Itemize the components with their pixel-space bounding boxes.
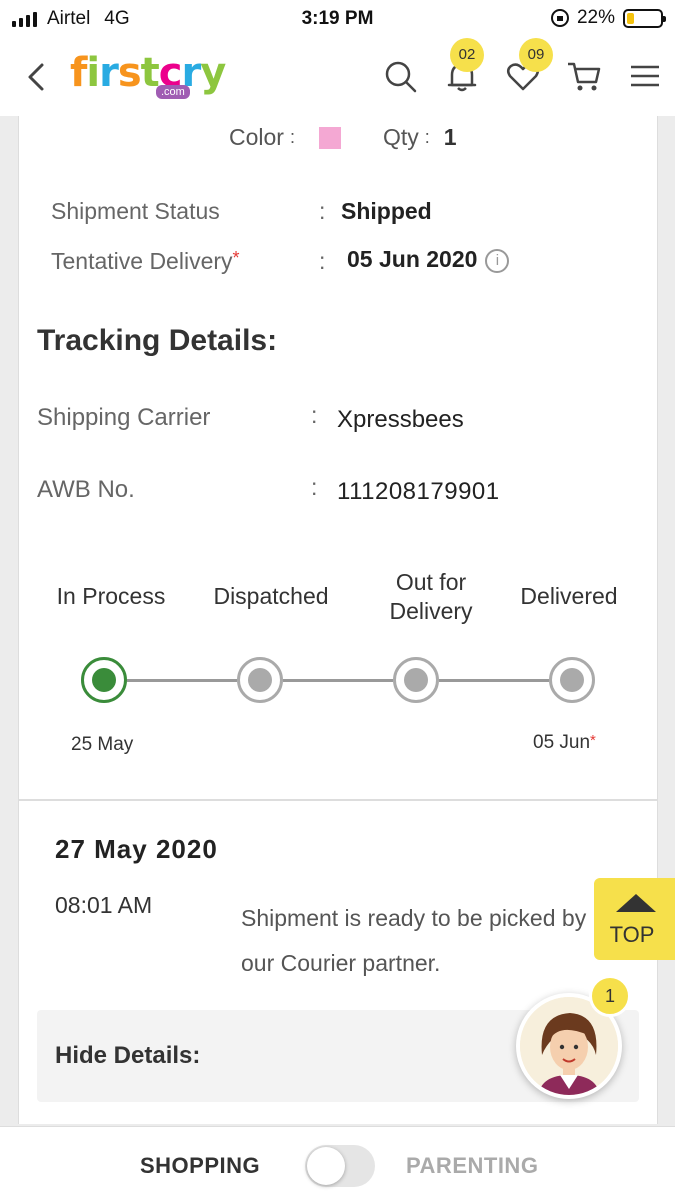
- shipping-carrier-label: Shipping Carrier: [37, 404, 211, 431]
- log-time: 08:01 AM: [55, 892, 153, 918]
- app-header: firstcry .com 02 09: [0, 38, 675, 116]
- track-segment: [283, 679, 393, 682]
- qty-colon: :: [424, 127, 430, 147]
- shipment-status-label: Shipment Status: [51, 198, 220, 224]
- step-label-dispatched: Dispatched: [213, 583, 329, 609]
- status-bar: Airtel 4G 3:19 PM 22%: [0, 0, 675, 40]
- logo-com-tag: .com: [156, 85, 190, 99]
- step-label-delivered: Delivered: [520, 583, 618, 609]
- qty-label: Qty: [382, 124, 419, 150]
- search-icon[interactable]: [382, 58, 418, 94]
- tracking-details-title: Tracking Details:: [37, 324, 278, 357]
- toggle-knob: [307, 1147, 345, 1185]
- color-swatch: [318, 126, 341, 149]
- up-arrow-icon: [616, 894, 656, 912]
- shipping-carrier-value: Xpressbees: [337, 406, 464, 433]
- chat-unread-badge: 1: [589, 975, 631, 1017]
- step-label-in-process: In Process: [56, 583, 166, 609]
- status-right: 22%: [550, 7, 666, 29]
- battery-percent: 22%: [576, 7, 615, 28]
- start-date: 25 May: [71, 734, 134, 755]
- awb-colon: :: [311, 474, 318, 500]
- tentative-delivery-value: 05 Jun 2020 i: [347, 246, 510, 273]
- shipment-status-value: Shipped: [341, 198, 432, 224]
- log-date: 27 May 2020: [55, 834, 218, 864]
- awb-value: 111208179901: [337, 478, 500, 505]
- color-colon: :: [289, 127, 295, 147]
- order-tracking-card: Color : Qty : 1 Shipment Status : Shippe…: [18, 116, 658, 1124]
- section-divider: [19, 799, 657, 801]
- orientation-lock-icon: [550, 9, 569, 27]
- qty-value: 1: [443, 124, 457, 150]
- parenting-mode-label[interactable]: PARENTING: [406, 1153, 538, 1179]
- firstcry-logo[interactable]: firstcry: [70, 50, 226, 96]
- color-label: Color: [229, 124, 284, 150]
- step-dot-dispatched: [237, 657, 283, 703]
- product-attributes: Color : Qty : 1: [229, 124, 457, 151]
- notification-badge: 02: [450, 38, 484, 72]
- cart-icon[interactable]: [566, 58, 602, 94]
- hide-details-label: Hide Details:: [55, 1042, 201, 1069]
- shopping-mode-label[interactable]: SHOPPING: [140, 1153, 260, 1179]
- step-label-out-for-delivery: Out for Delivery: [389, 569, 473, 624]
- shipping-carrier-colon: :: [311, 402, 318, 428]
- log-message: Shipment is ready to be picked by our Co…: [241, 905, 587, 976]
- step-dot-delivered: [549, 657, 595, 703]
- step-dot-out-for-delivery: [393, 657, 439, 703]
- mode-switch-bar: SHOPPING PARENTING: [0, 1126, 675, 1200]
- track-segment: [127, 679, 237, 682]
- tentative-delivery-colon: :: [319, 248, 326, 274]
- info-icon[interactable]: i: [485, 248, 510, 273]
- step-dot-in-process: [81, 657, 127, 703]
- back-arrow-icon[interactable]: [22, 62, 52, 92]
- scroll-top-button[interactable]: TOP: [594, 878, 675, 960]
- menu-hamburger-icon[interactable]: [627, 58, 663, 94]
- tentative-delivery-label: Tentative Delivery*: [51, 248, 240, 274]
- battery-icon: [623, 8, 666, 28]
- awb-label: AWB No.: [37, 476, 135, 503]
- scroll-top-label: TOP: [609, 922, 655, 947]
- shipment-status-colon: :: [319, 198, 326, 224]
- end-date: 05 Jun*: [533, 732, 596, 753]
- mode-toggle-switch[interactable]: [305, 1145, 375, 1187]
- track-segment: [439, 679, 549, 682]
- wishlist-badge: 09: [519, 38, 553, 72]
